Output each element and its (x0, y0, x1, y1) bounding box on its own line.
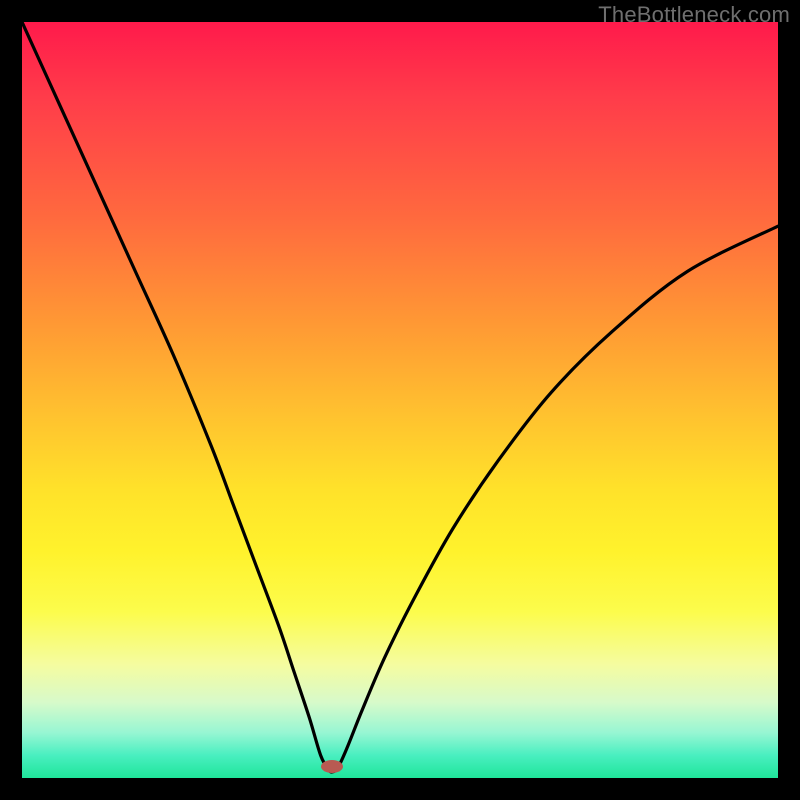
chart-frame: TheBottleneck.com (0, 0, 800, 800)
bottleneck-curve-path (22, 22, 778, 772)
curve-svg (22, 22, 778, 778)
plot-area (22, 22, 778, 778)
